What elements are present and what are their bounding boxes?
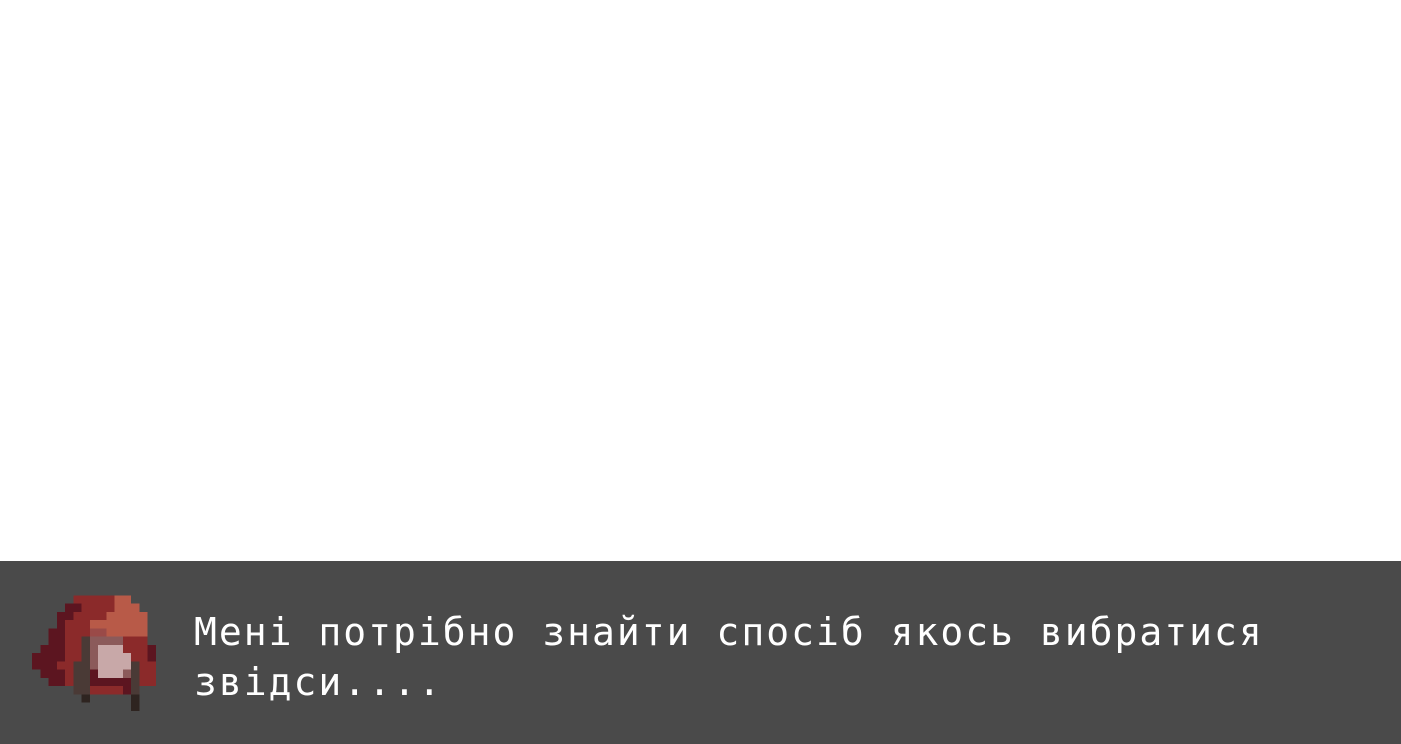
dialog-text: Мені потрібно знайти спосіб якось вибрат… [194,610,1264,704]
game-scene [0,0,1401,561]
hooded-character-portrait-icon [32,595,164,711]
dialog-box[interactable]: Мені потрібно знайти спосіб якось вибрат… [0,561,1401,744]
